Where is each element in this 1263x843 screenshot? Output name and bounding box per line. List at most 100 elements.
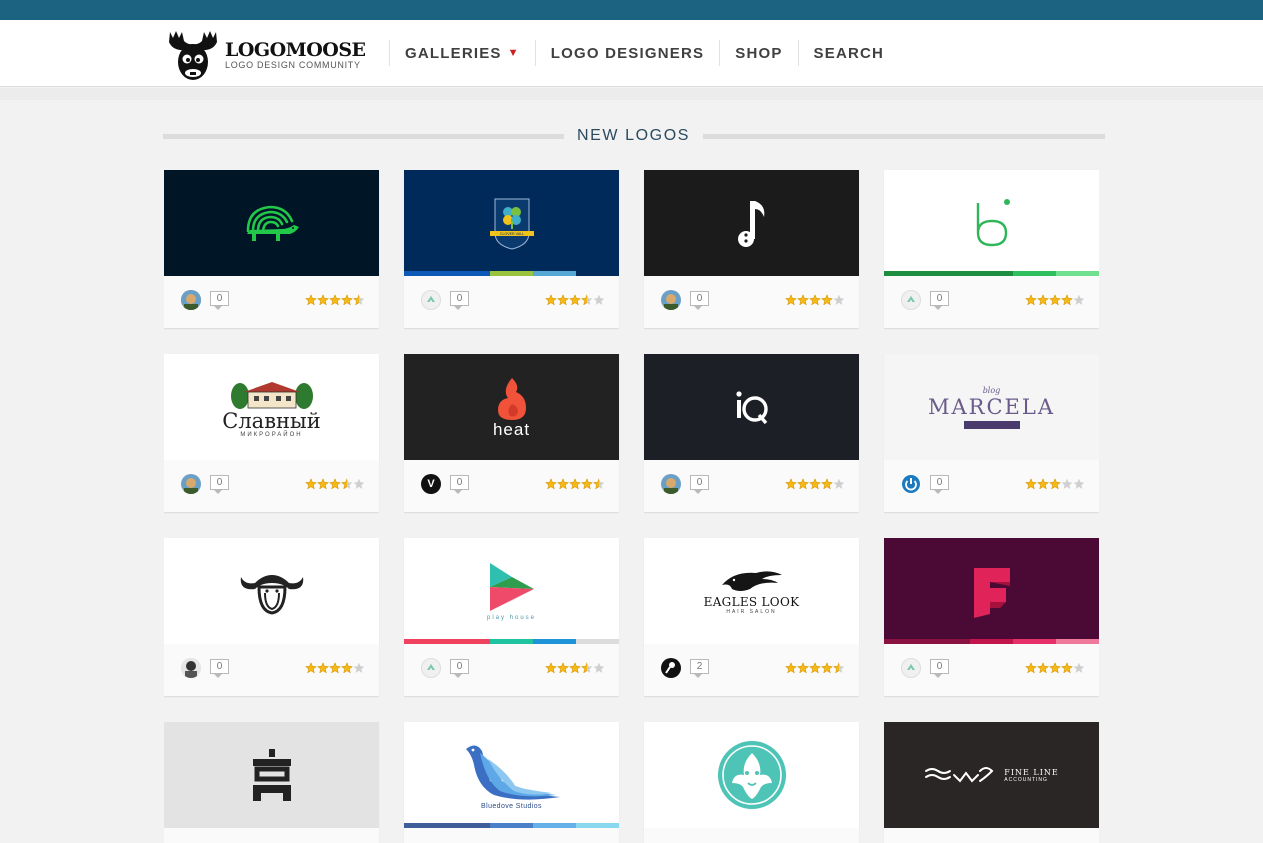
star-filled-icon [329, 662, 341, 674]
logo-subtext: HAIR SALON [726, 609, 777, 615]
nav-logo-designers[interactable]: LOGO DESIGNERS [534, 40, 720, 66]
logo-thumbnail[interactable]: Славный МИКРОРАЙОН [164, 354, 379, 460]
star-filled-icon [557, 294, 569, 306]
heading-rule-right [703, 134, 1105, 139]
designer-avatar[interactable]: V [421, 474, 441, 494]
comment-count[interactable]: 0 [450, 659, 469, 678]
logo-thumbnail[interactable] [164, 722, 379, 828]
star-filled-icon [809, 478, 821, 490]
star-filled-icon [1061, 294, 1073, 306]
star-filled-icon [545, 662, 557, 674]
logo-thumbnail[interactable]: FINE LINE ACCOUNTING [884, 722, 1099, 828]
comment-count[interactable]: 2 [690, 659, 709, 678]
up-arrow-icon [907, 296, 915, 302]
logo-thumbnail[interactable]: EAGLES LOOK HAIR SALON [644, 538, 859, 644]
star-filled-icon [821, 294, 833, 306]
logo-card: EAGLES LOOK HAIR SALON 2 [644, 538, 859, 696]
nav-search[interactable]: SEARCH [797, 40, 900, 66]
rating-stars [545, 662, 605, 674]
up-arrow-icon [427, 296, 435, 302]
logo-thumbnail[interactable]: play house [404, 538, 619, 644]
bird-icon [465, 744, 560, 800]
logo-card: play house 0 [404, 538, 619, 696]
comment-count[interactable]: 0 [930, 659, 949, 678]
nav-galleries[interactable]: GALLERIES ▼ [389, 40, 535, 66]
star-filled-icon [581, 478, 593, 490]
section-title: NEW LOGOS [576, 127, 691, 144]
header-shadow-band [0, 88, 1263, 100]
comment-count[interactable]: 0 [210, 659, 229, 678]
logo-thumbnail[interactable]: Bluedove Studios [404, 722, 619, 828]
designer-avatar[interactable] [421, 290, 441, 310]
logo-thumbnail[interactable] [164, 170, 379, 276]
logo-thumbnail[interactable] [884, 170, 1099, 276]
chevron-down-icon: ▼ [507, 47, 520, 59]
logo-wordmark: Bluedove Studios [481, 802, 542, 810]
star-filled-icon [785, 294, 797, 306]
logo-card [644, 722, 859, 843]
comment-count[interactable]: 0 [450, 475, 469, 494]
star-filled-icon [1049, 662, 1061, 674]
star-filled-icon [557, 662, 569, 674]
fine-line-icon [925, 767, 994, 783]
card-footer: 0 [644, 460, 859, 512]
star-empty-icon [1061, 478, 1073, 489]
logo-card: Bluedove Studios [404, 722, 619, 843]
play-triangle-icon [489, 563, 534, 611]
star-filled-icon [1049, 294, 1061, 306]
designer-avatar[interactable] [181, 474, 201, 494]
comment-count[interactable]: 0 [210, 291, 229, 310]
site-logo[interactable]: LOGOMOOSE LOGO DESIGN COMMUNITY [164, 28, 374, 84]
rating-stars [1025, 478, 1085, 490]
star-filled-icon [1037, 294, 1049, 306]
nav-shop[interactable]: SHOP [719, 40, 797, 66]
star-filled-icon [1025, 294, 1037, 306]
nav-search-label: SEARCH [813, 44, 885, 62]
comment-count[interactable]: 0 [450, 291, 469, 310]
designer-avatar[interactable] [181, 658, 201, 678]
logo-card: CLOVER VALL 0 [404, 170, 619, 328]
logo-card: 0 [164, 170, 379, 328]
designer-avatar[interactable] [901, 658, 921, 678]
star-filled-icon [569, 478, 581, 490]
designer-avatar[interactable] [181, 290, 201, 310]
rating-stars [305, 294, 365, 306]
logo-thumbnail[interactable] [644, 354, 859, 460]
card-footer: 0 [884, 644, 1099, 696]
logo-subtext: ACCOUNTING [1004, 776, 1048, 783]
star-filled-icon [797, 662, 809, 674]
designer-avatar[interactable] [661, 474, 681, 494]
logo-card: 0 [884, 538, 1099, 696]
star-filled-icon [1061, 662, 1073, 674]
star-filled-icon [545, 478, 557, 490]
nav-shop-label: SHOP [735, 44, 783, 62]
designer-avatar[interactable] [901, 290, 921, 310]
designer-avatar[interactable] [901, 474, 921, 494]
logo-thumbnail[interactable]: heat [404, 354, 619, 460]
designer-avatar[interactable] [421, 658, 441, 678]
logo-wordmark: FINE LINE [1004, 767, 1059, 777]
logo-thumbnail[interactable] [884, 538, 1099, 644]
top-accent-bar [0, 0, 1263, 20]
card-footer: 0 [884, 276, 1099, 328]
star-filled-icon [821, 478, 833, 490]
logo-thumbnail[interactable] [164, 538, 379, 644]
logo-thumbnail[interactable] [644, 722, 859, 828]
comment-count[interactable]: 0 [930, 475, 949, 494]
designer-avatar[interactable] [661, 658, 681, 678]
card-footer: 0 [404, 644, 619, 696]
card-footer: 2 [644, 644, 859, 696]
comment-count[interactable]: 0 [690, 291, 709, 310]
up-arrow-icon [427, 664, 435, 670]
star-filled-icon [305, 662, 317, 674]
site-tagline: LOGO DESIGN COMMUNITY [225, 60, 361, 70]
designer-avatar[interactable] [661, 290, 681, 310]
comment-count[interactable]: 0 [690, 475, 709, 494]
logo-thumbnail[interactable]: blog MARCELA [884, 354, 1099, 460]
comment-count[interactable]: 0 [930, 291, 949, 310]
star-filled-icon [329, 478, 341, 490]
star-filled-icon [785, 478, 797, 490]
logo-thumbnail[interactable]: CLOVER VALL [404, 170, 619, 276]
logo-thumbnail[interactable] [644, 170, 859, 276]
comment-count[interactable]: 0 [210, 475, 229, 494]
